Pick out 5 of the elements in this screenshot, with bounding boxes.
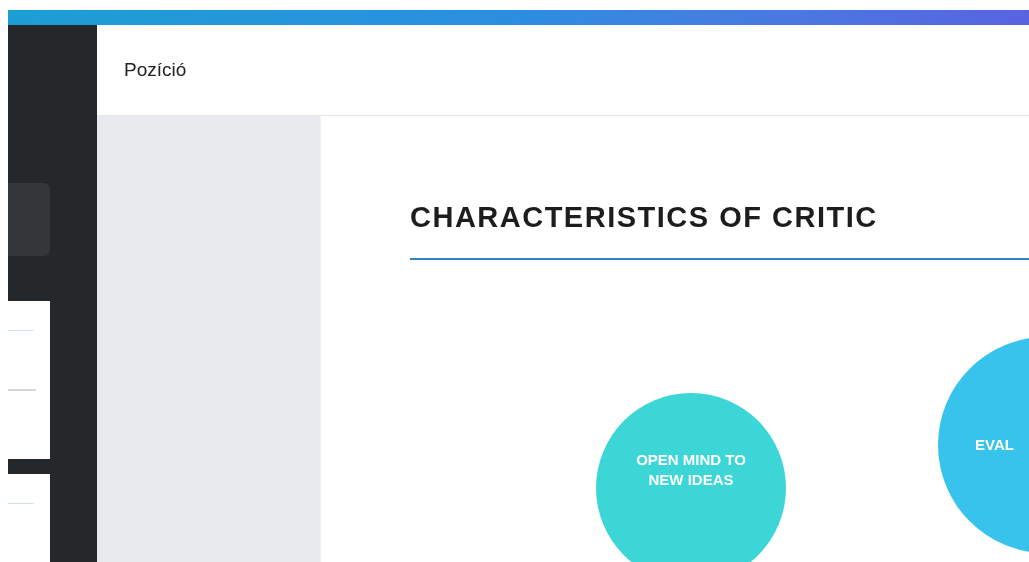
slide-title: CHARACTERISTICS OF CRITIC [410,200,879,235]
header-title: Pozíció [124,57,187,82]
slide-thumbnail[interactable] [8,473,50,562]
slide-thumbnail[interactable] [8,300,50,459]
sidebar-tile[interactable] [8,183,50,256]
